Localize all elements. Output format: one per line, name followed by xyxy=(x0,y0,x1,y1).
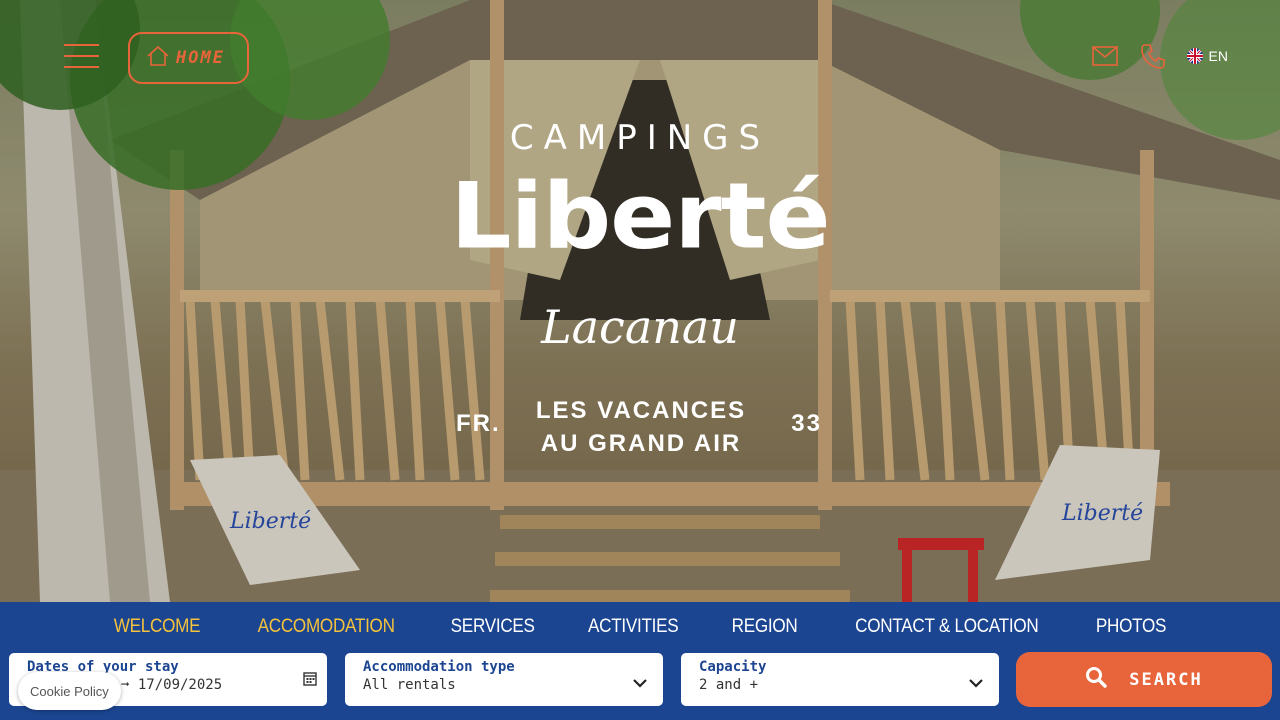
cookie-policy-label: Cookie Policy xyxy=(30,683,109,699)
booking-bar: WELCOME ACCOMODATION SERVICES ACTIVITIES… xyxy=(0,602,1280,720)
capacity-select[interactable]: Capacity 2 and + xyxy=(681,653,999,706)
cookie-policy-button[interactable]: Cookie Policy xyxy=(18,672,121,710)
logo-top-text: CAMPINGS xyxy=(509,118,771,158)
tagline-country: FR. xyxy=(456,410,501,437)
home-label: HOME xyxy=(176,48,225,68)
language-selector[interactable]: EN xyxy=(1186,48,1228,64)
dates-value: 17/09/2025 xyxy=(137,677,223,693)
capacity-value: 2 and + xyxy=(699,677,759,693)
nav-item-accomodation[interactable]: ACCOMODATION xyxy=(257,616,394,638)
capacity-label: Capacity xyxy=(699,659,767,675)
nav-item-contact[interactable]: CONTACT & LOCATION xyxy=(855,616,1039,638)
search-icon xyxy=(1085,666,1108,693)
main-nav: WELCOME ACCOMODATION SERVICES ACTIVITIES… xyxy=(0,616,1280,638)
logo-brand-name: Liberté xyxy=(450,162,830,270)
burger-line xyxy=(64,44,99,46)
nav-item-welcome[interactable]: WELCOME xyxy=(114,616,201,638)
burger-line xyxy=(64,55,99,57)
tagline-department: 33 xyxy=(791,410,822,437)
type-value: All rentals xyxy=(363,677,456,693)
chevron-down-icon xyxy=(969,673,983,692)
logo-location: Lacanau xyxy=(541,300,739,354)
type-label: Accommodation type xyxy=(363,659,515,675)
home-icon xyxy=(146,45,170,72)
header-actions: EN xyxy=(1091,42,1228,70)
accommodation-type-select[interactable]: Accommodation type All rentals xyxy=(345,653,663,706)
burger-line xyxy=(64,66,99,68)
home-button[interactable]: HOME xyxy=(128,32,249,84)
tagline-line-2: AU GRAND AIR xyxy=(540,430,742,457)
tagline-line-1: LES VACANCES xyxy=(535,397,747,424)
tagline: FR. LES VACANCES AU GRAND AIR 33 xyxy=(456,394,826,460)
uk-flag-icon xyxy=(1186,48,1203,64)
nav-item-region[interactable]: REGION xyxy=(731,616,797,638)
menu-button[interactable] xyxy=(64,44,99,70)
search-label: SEARCH xyxy=(1129,669,1203,690)
language-label: EN xyxy=(1208,48,1228,64)
nav-item-services[interactable]: SERVICES xyxy=(450,616,534,638)
phone-icon[interactable] xyxy=(1139,42,1167,70)
mail-icon[interactable] xyxy=(1091,42,1119,70)
arrow-right-icon: ➞ xyxy=(121,677,138,693)
search-button[interactable]: SEARCH xyxy=(1016,652,1272,707)
nav-item-photos[interactable]: PHOTOS xyxy=(1096,616,1167,638)
calendar-icon xyxy=(303,671,317,690)
chevron-down-icon xyxy=(633,673,647,692)
nav-item-activities[interactable]: ACTIVITIES xyxy=(588,616,679,638)
brand-logo: CAMPINGS Liberté Lacanau xyxy=(440,118,840,354)
